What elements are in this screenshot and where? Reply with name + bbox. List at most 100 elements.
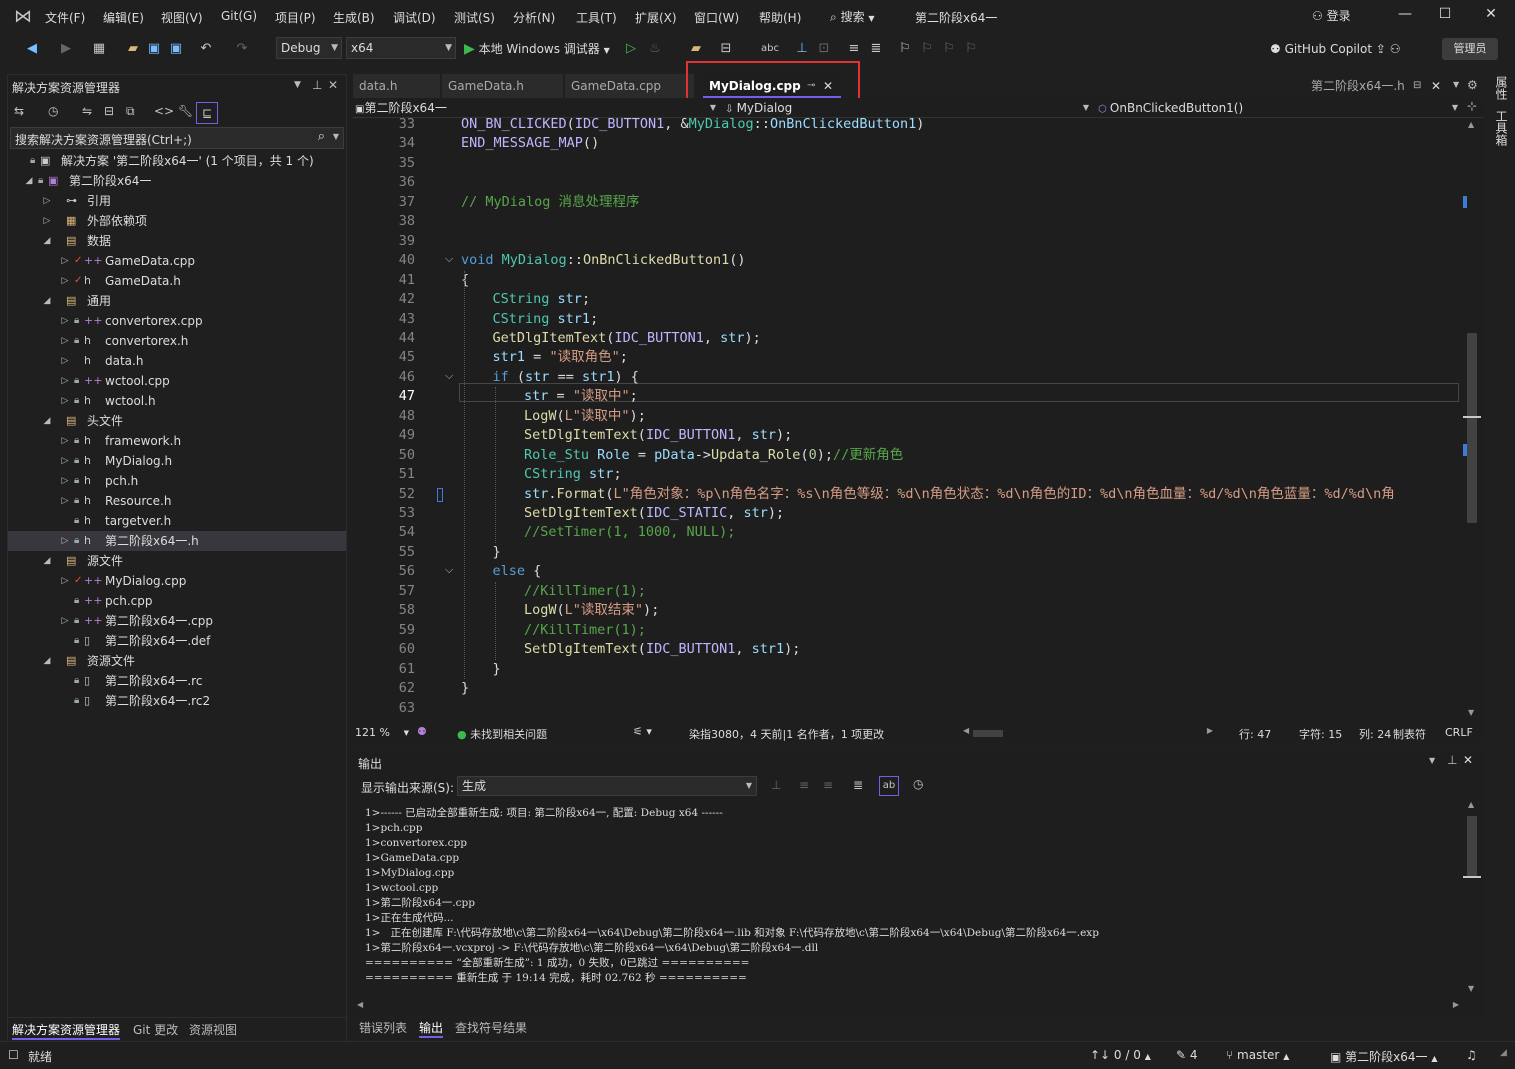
start-without-debug-icon[interactable]: ▷ (622, 38, 640, 60)
bell-icon[interactable]: ♫ (1466, 1048, 1477, 1062)
tree-item[interactable]: ▷ ✓ h GameData.h (8, 271, 346, 291)
tab-overflow-icon[interactable]: ▼ (1453, 80, 1459, 89)
code-line[interactable]: LogW(L"读取中"); (524, 407, 646, 426)
tree-item[interactable]: ◢ ▤ 资源文件 (8, 651, 346, 671)
code-line[interactable]: //KillTimer(1); (524, 621, 646, 640)
code-line[interactable]: LogW(L"读取结束"); (524, 601, 659, 620)
scope-dropdown[interactable]: ⇩ MyDialog ▼ (725, 99, 1093, 117)
expand-icon[interactable]: ▷ (60, 431, 70, 451)
tree-item[interactable]: ◢ ▤ 头文件 (8, 411, 346, 431)
tree-item[interactable]: ◢ ▤ 数据 (8, 231, 346, 251)
undo-icon[interactable]: ↶ (196, 38, 216, 60)
start-debug-button[interactable]: ▶ 本地 Windows 调试器 ▼ (464, 38, 624, 60)
sync-icon[interactable]: ⇆ (14, 104, 24, 118)
pending-edits[interactable]: ✎ 4 (1176, 1048, 1198, 1062)
bookmark-icon[interactable]: ⚐ (896, 38, 914, 60)
expand-icon[interactable]: ▷ (60, 271, 70, 291)
back-icon[interactable]: ◀ (22, 38, 42, 60)
goto-error-icon[interactable]: ⊥ (771, 778, 781, 792)
menu-item-6[interactable]: 调试(D) (393, 9, 436, 26)
vs-logo-icon[interactable]: ⋈ (12, 6, 34, 28)
git-sync-status[interactable]: ↑↓ 0 / 0 ▲ (1090, 1048, 1151, 1062)
output-hscrollbar[interactable]: ◀ ▶ (353, 1000, 1463, 1014)
gear-icon[interactable]: ⚙ (1467, 78, 1478, 92)
issues-indicator[interactable]: ● 未找到相关问题 (457, 726, 547, 742)
tree-item[interactable]: ▷ 🔒︎ h pch.h (8, 471, 346, 491)
code-line[interactable]: SetDlgItemText(IDC_BUTTON1, str1); (524, 640, 800, 659)
expand-icon[interactable]: ▷ (60, 311, 70, 331)
pin-icon[interactable]: ⊥ (312, 78, 322, 92)
scroll-left-icon[interactable]: ◀ (357, 1000, 363, 1009)
menu-item-0[interactable]: 文件(F) (45, 9, 85, 26)
scroll-down-icon[interactable]: ▼ (1468, 984, 1474, 993)
zoom-select[interactable]: 121 % ▼ (355, 725, 411, 741)
code-line[interactable]: SetDlgItemText(IDC_STATIC, str); (524, 504, 784, 523)
scroll-thumb[interactable] (1467, 816, 1477, 876)
eol-indicator[interactable]: CRLF (1445, 726, 1473, 739)
tab-output[interactable]: 输出 (419, 1019, 444, 1038)
comment-icon[interactable]: ≡ (844, 38, 864, 60)
scroll-right-icon[interactable]: ▶ (1207, 726, 1213, 735)
close-icon[interactable]: ✕ (1463, 753, 1473, 767)
tree-item[interactable]: 🔒︎ ▯ 第二阶段x64一.def (8, 631, 346, 651)
horizontal-scrollbar[interactable]: ◀ ▶ (963, 726, 1213, 740)
platform-select[interactable]: x64 ▼ (346, 37, 456, 59)
show-all-files-icon[interactable]: ⧉ (126, 104, 135, 119)
tab-gamedata-cpp[interactable]: GameData.cpp (565, 74, 695, 98)
fold-collapse-icon[interactable]: ⌵ (445, 563, 453, 577)
expand-icon[interactable]: ▷ (42, 191, 52, 211)
output-text[interactable]: 1>------ 已启动全部重新生成: 项目: 第二阶段x64一, 配置: De… (353, 798, 1463, 994)
code-line[interactable]: } (493, 660, 501, 679)
code-line[interactable]: void MyDialog::OnBnClickedButton1() (461, 251, 746, 270)
code-line[interactable]: SetDlgItemText(IDC_BUTTON1, str); (524, 426, 792, 445)
code-line[interactable]: //SetTimer(1, 1000, NULL); (524, 523, 735, 542)
menu-item-11[interactable]: 窗口(W) (694, 9, 739, 26)
collapse-icon[interactable]: ◢ (24, 171, 34, 191)
menu-item-3[interactable]: Git(G) (221, 9, 257, 23)
prev-bookmark-icon[interactable]: ⚐ (918, 38, 936, 60)
step-icon[interactable]: ⊥ (792, 38, 812, 60)
copilot-status-icon[interactable]: ⚉ (417, 725, 427, 738)
save-all-icon[interactable]: ▣ (166, 38, 186, 60)
preview-icon[interactable]: ⊑ (196, 102, 218, 124)
menu-item-4[interactable]: 项目(P) (275, 9, 316, 26)
code-line[interactable]: // MyDialog 消息处理程序 (461, 193, 640, 212)
tabs-indicator[interactable]: 制表符 (1393, 726, 1426, 742)
toolbox-tab[interactable]: 工具箱 (1490, 110, 1510, 146)
tab-find-symbol[interactable]: 查找符号结果 (455, 1019, 527, 1036)
next-message-icon[interactable]: ≡ (823, 778, 833, 792)
sign-in-button[interactable]: ⚇ 登录 (1312, 7, 1351, 24)
tab-error-list[interactable]: 错误列表 (359, 1019, 407, 1036)
code-line[interactable]: if (str == str1) { (493, 368, 639, 387)
split-icon[interactable]: ⊹ (1467, 99, 1477, 113)
menu-item-7[interactable]: 测试(S) (454, 9, 495, 26)
menu-item-5[interactable]: 生成(B) (333, 9, 375, 26)
brush-icon[interactable]: ⚟ ▾ (633, 725, 652, 738)
close-button[interactable]: ✕ (1478, 6, 1504, 28)
panel-options-icon[interactable]: ▼ (1429, 756, 1435, 765)
next-bookmark-icon[interactable]: ⚐ (940, 38, 958, 60)
menu-item-12[interactable]: 帮助(H) (759, 9, 801, 26)
tree-item[interactable]: ▷ ⊶ 引用 (8, 191, 346, 211)
tree-item[interactable]: ▷ 🔒︎ h Resource.h (8, 491, 346, 511)
properties-icon[interactable]: 🔧︎ (178, 104, 193, 118)
browser-link-icon[interactable]: ⊟ (716, 38, 736, 60)
folder-icon[interactable]: ▰ (686, 38, 706, 60)
output-vscrollbar[interactable]: ▲ ▼ (1463, 798, 1483, 998)
notification-icon[interactable]: ☐ (8, 1048, 19, 1062)
code-line[interactable]: { (461, 271, 469, 290)
hscroll-thumb[interactable] (973, 730, 1003, 737)
line-indicator[interactable]: 行: 47 (1239, 726, 1271, 742)
tree-item[interactable]: ▷ ▦ 外部依赖项 (8, 211, 346, 231)
fold-collapse-icon[interactable]: ⌵ (445, 252, 453, 266)
pin-icon[interactable]: ⊟ (1413, 74, 1421, 98)
code-line[interactable]: Role_Stu Role = pData->Updata_Role(0);//… (524, 446, 903, 465)
admin-badge[interactable]: 管理员 (1442, 38, 1498, 60)
scroll-down-icon[interactable]: ▼ (1468, 708, 1474, 717)
tree-item[interactable]: ◢ ▤ 源文件 (8, 551, 346, 571)
code-line[interactable]: //KillTimer(1); (524, 582, 646, 601)
collapse-all-icon[interactable]: ⊟ (104, 104, 114, 118)
expand-icon[interactable]: ▷ (60, 331, 70, 351)
scroll-thumb[interactable] (1467, 333, 1477, 523)
branch-selector[interactable]: ⑂ master ▲ (1226, 1048, 1289, 1062)
